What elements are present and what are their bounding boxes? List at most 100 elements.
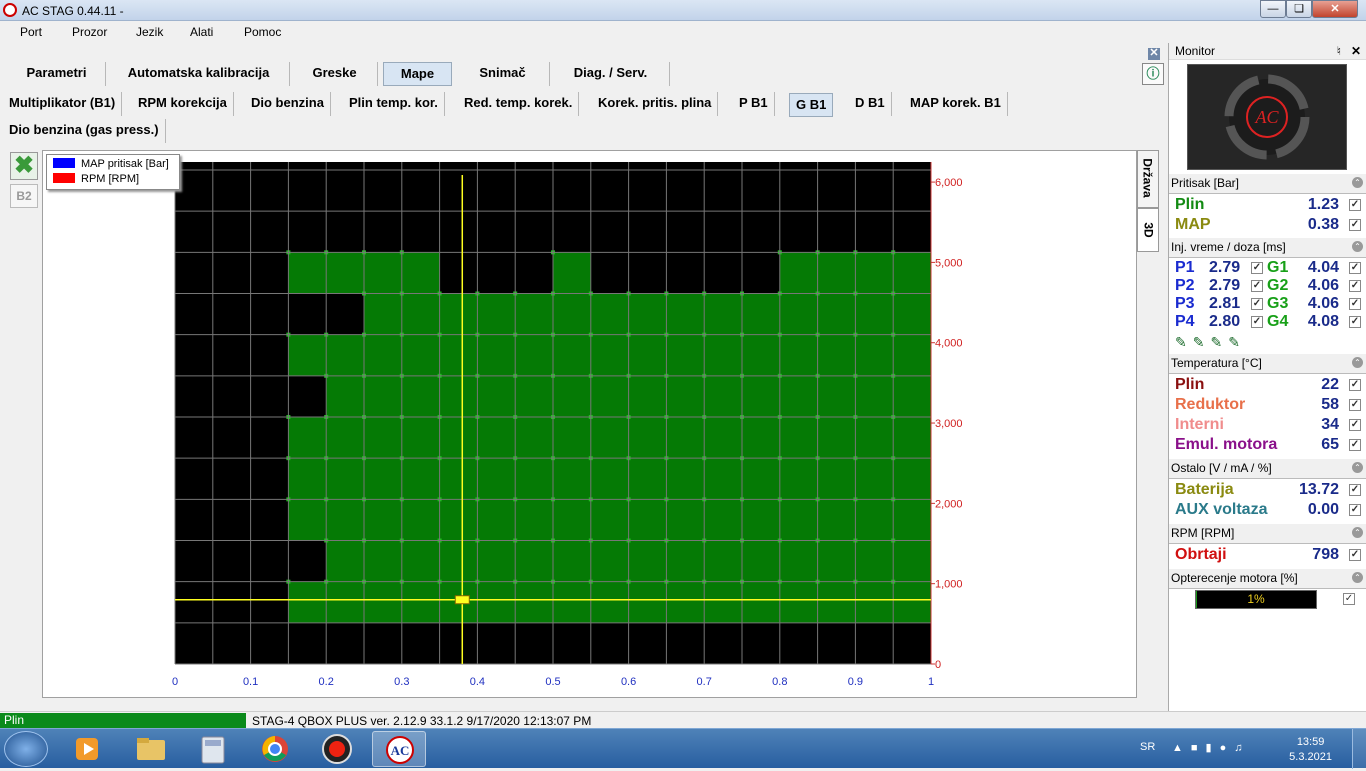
status-device-info: STAG-4 QBOX PLUS ver. 2.12.9 33.1.2 9/17… [252,714,592,728]
tab-automatska-kalibracija[interactable]: Automatska kalibracija [108,62,290,86]
tab-mape[interactable]: Mape [383,62,452,86]
injector-row: P2 2.79 G2 4.06 [1169,277,1366,295]
restore-button[interactable]: ❏ [1286,0,1312,18]
injector-p-checkbox[interactable] [1251,262,1263,274]
panel-close-icon[interactable]: ✕ [1148,48,1160,60]
monitor-row-temperature: Plin 22 [1169,375,1366,395]
monitor-checkbox-other[interactable] [1349,484,1361,496]
monitor-value-temperature: 58 [1321,396,1339,413]
injector-g-checkbox[interactable] [1349,298,1361,310]
subtab-dio-benzina[interactable]: Dio benzina [245,92,331,116]
monitor-checkbox-temperature[interactable] [1349,379,1361,391]
engine-load-bar: 1% [1195,590,1317,609]
section-pressure: Pritisak [Bar] ⌃ [1169,174,1366,194]
tab-drzava[interactable]: Država [1137,150,1159,208]
menu-bar: Port Prozor Jezik Alati Pomoc [0,21,1366,43]
injector-p-value: 2.80 [1209,313,1241,330]
subtab-korek-pritis-plina[interactable]: Korek. pritis. plina [592,92,719,116]
monitor-row-temperature: Interni 34 [1169,415,1366,435]
subtab-dio-benzina-gas-press[interactable]: Dio benzina (gas press.) [3,119,166,143]
injector-p-label: P2 [1175,277,1195,294]
menu-prozor[interactable]: Prozor [72,25,107,39]
taskbar-chrome-icon[interactable] [248,731,302,767]
menu-port[interactable]: Port [20,25,42,39]
subtab-d-b1[interactable]: D B1 [849,92,892,116]
monitor-close-icon[interactable]: ✕ [1351,43,1361,60]
subtab-p-b1[interactable]: P B1 [733,92,775,116]
tab-3d[interactable]: 3D [1137,208,1159,252]
section-title-temperature: Temperatura [°C] [1171,356,1262,370]
taskbar-media-player-icon[interactable] [60,731,114,767]
subtab-g-b1[interactable]: G B1 [789,93,834,117]
injector-p-value: 2.79 [1209,259,1241,276]
menu-alati[interactable]: Alati [190,25,213,39]
monitor-row-other: Baterija 13.72 [1169,480,1366,500]
injector-g-checkbox[interactable] [1349,280,1361,292]
chart-legend: MAP pritisak [Bar] RPM [RPM] [46,154,180,190]
tab-diag-serv[interactable]: Diag. / Serv. [552,62,670,86]
subtab-red-temp-korek[interactable]: Red. temp. korek. [458,92,580,116]
collapse-rpm-icon[interactable]: ⌃ [1352,527,1363,538]
taskbar-explorer-icon[interactable] [124,731,178,767]
close-window-button[interactable]: ✕ [1312,0,1358,18]
injector-g-value: 4.08 [1307,313,1339,330]
injector-p-checkbox[interactable] [1251,316,1263,328]
monitor-label-pressure: Plin [1175,196,1205,213]
injector-p-label: P1 [1175,259,1195,276]
language-indicator[interactable]: SR [1140,741,1155,753]
monitor-checkbox-rpm[interactable] [1349,549,1361,561]
monitor-checkbox-other[interactable] [1349,504,1361,516]
collapse-injection-icon[interactable]: ⌃ [1352,241,1363,252]
taskbar-calculator-icon[interactable] [186,731,240,767]
monitor-value-pressure: 0.38 [1307,216,1339,233]
monitor-checkbox-temperature[interactable] [1349,439,1361,451]
title-bar: AC STAG 0.44.11 - — ❏ ✕ [0,0,1366,21]
injector-g-label: G2 [1267,277,1289,294]
monitor-checkbox-pressure[interactable] [1349,199,1361,211]
clear-map-button[interactable]: ✖ [10,152,38,180]
legend-item-rpm: RPM [RPM] [53,173,139,186]
subtab-map-korek-b1[interactable]: MAP korek. B1 [904,92,1008,116]
monitor-value-rpm: 798 [1312,546,1339,563]
monitor-value-other: 13.72 [1298,481,1339,498]
taskbar-ac-stag-icon[interactable]: AC [372,731,426,767]
monitor-row-pressure: MAP 0.38 [1169,215,1366,235]
tray-icons[interactable]: ▲■▮●♫ [1172,741,1250,754]
injector-icons: ✎✎✎✎ [1175,334,1246,350]
injector-g-checkbox[interactable] [1349,316,1361,328]
start-button[interactable] [4,731,48,767]
menu-pomoc[interactable]: Pomoc [244,25,281,39]
tab-snimac[interactable]: Snimač [456,62,550,86]
injector-p-checkbox[interactable] [1251,298,1263,310]
help-icon[interactable]: ⓘ [1142,63,1164,85]
monitor-value-temperature: 65 [1321,436,1339,453]
show-desktop-button[interactable] [1352,729,1366,769]
minimize-button[interactable]: — [1260,0,1286,18]
monitor-checkbox-temperature[interactable] [1349,399,1361,411]
monitor-row-other: AUX voltaza 0.00 [1169,500,1366,520]
collapse-temperature-icon[interactable]: ⌃ [1352,357,1363,368]
subtab-plin-temp-kor[interactable]: Plin temp. kor. [343,92,445,116]
collapse-load-icon[interactable]: ⌃ [1352,572,1363,583]
pin-icon[interactable]: ♮ [1337,43,1341,60]
engine-load-checkbox[interactable] [1343,593,1355,605]
menu-jezik[interactable]: Jezik [136,25,163,39]
monitor-checkbox-temperature[interactable] [1349,419,1361,431]
injector-g-checkbox[interactable] [1349,262,1361,274]
monitor-row-rpm: Obrtaji 798 [1169,545,1366,565]
engine-load-value: 1% [1247,592,1265,606]
b2-button[interactable]: B2 [10,184,38,208]
collapse-other-icon[interactable]: ⌃ [1352,462,1363,473]
injector-p-checkbox[interactable] [1251,280,1263,292]
taskbar-recorder-icon[interactable] [310,731,364,767]
tab-greske[interactable]: Greske [292,62,378,86]
collapse-pressure-icon[interactable]: ⌃ [1352,177,1363,188]
legend-label-rpm: RPM [RPM] [81,173,140,185]
subtab-rpm-korekcija[interactable]: RPM korekcija [132,92,234,116]
section-load: Opterecenje motora [%] ⌃ [1169,569,1366,589]
monitor-row-temperature: Emul. motora 65 [1169,435,1366,455]
monitor-checkbox-pressure[interactable] [1349,219,1361,231]
system-clock[interactable]: 13:59 5.3.2021 [1289,735,1332,765]
tab-parametri[interactable]: Parametri [8,62,106,86]
subtab-multiplikator[interactable]: Multiplikator (B1) [3,92,123,116]
